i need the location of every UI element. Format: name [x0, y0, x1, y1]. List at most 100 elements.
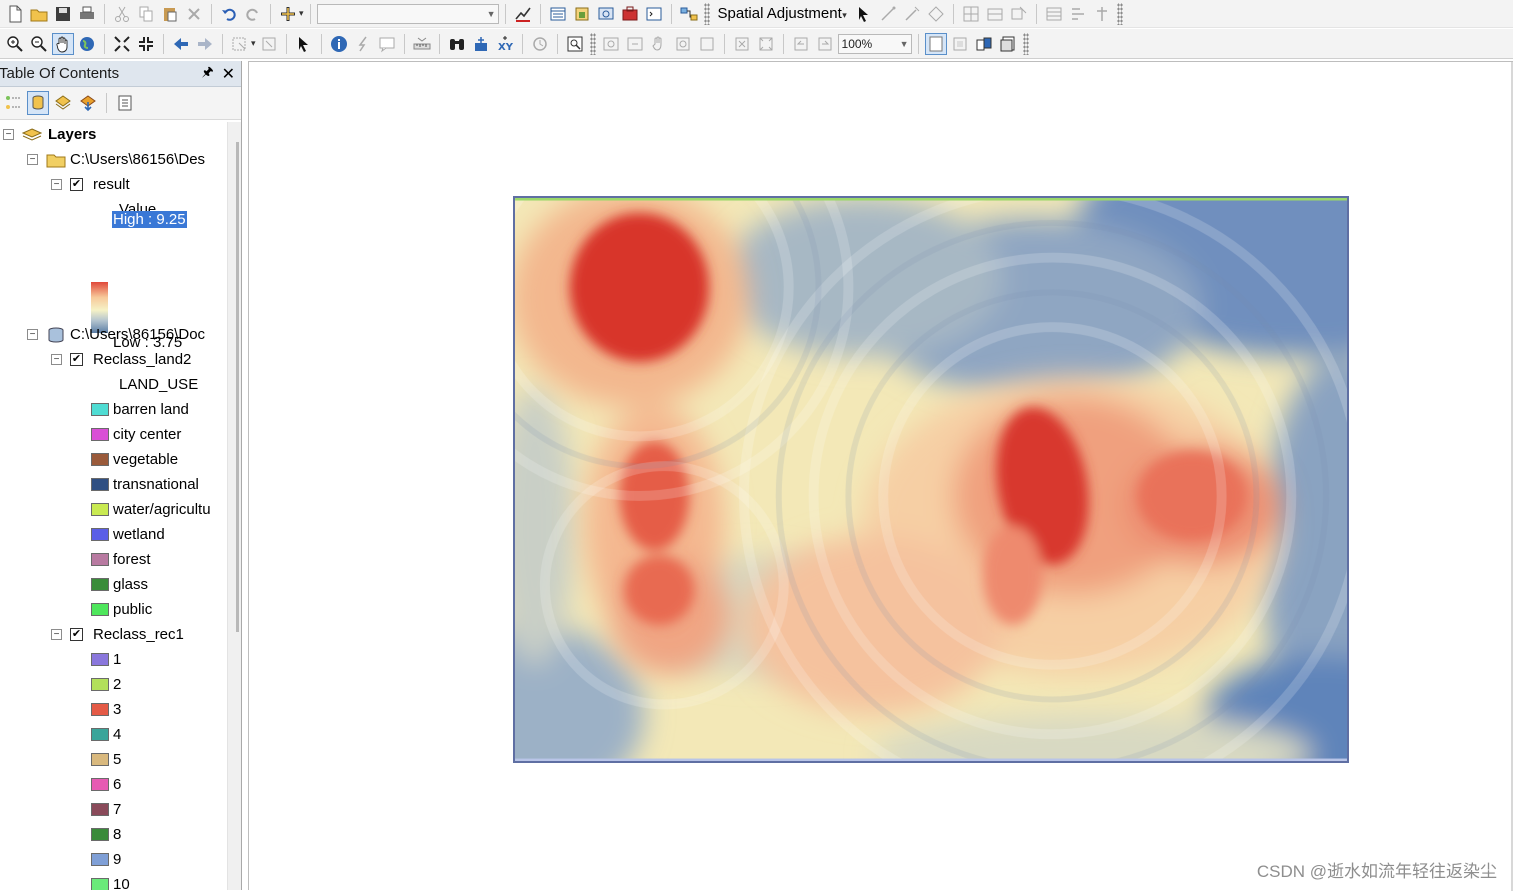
redo-icon[interactable] — [242, 3, 264, 25]
time-slider-icon[interactable] — [529, 33, 551, 55]
zoom-in-icon[interactable] — [4, 33, 26, 55]
legend-class-item[interactable]: vegetable — [91, 447, 178, 472]
collapse-icon[interactable]: − — [51, 354, 62, 365]
select-features-dropdown-arrow[interactable]: ▾ — [251, 38, 256, 49]
legend-color-swatch[interactable] — [91, 553, 109, 566]
legend-color-swatch[interactable] — [91, 728, 109, 741]
create-viewer-window-icon[interactable] — [564, 33, 586, 55]
legend-color-swatch[interactable] — [91, 403, 109, 416]
view-link-table-icon[interactable] — [1043, 3, 1065, 25]
go-forward-extent-icon[interactable] — [814, 33, 836, 55]
legend-color-swatch[interactable] — [91, 878, 109, 890]
layer-visibility-checkbox[interactable]: ✔ — [70, 628, 83, 641]
collapse-icon[interactable]: − — [51, 629, 62, 640]
legend-class-item[interactable]: 3 — [91, 697, 121, 722]
edge-match-icon[interactable] — [1067, 3, 1089, 25]
measure-icon[interactable] — [411, 33, 433, 55]
legend-class-item[interactable]: city center — [91, 422, 181, 447]
fixed-zoom-out-icon[interactable] — [135, 33, 157, 55]
close-icon[interactable]: ✕ — [222, 64, 235, 84]
legend-color-swatch[interactable] — [91, 678, 109, 691]
clear-limited-area-icon[interactable] — [1008, 3, 1030, 25]
zoom-whole-page-icon[interactable] — [672, 33, 694, 55]
legend-class-item[interactable]: 10 — [91, 872, 130, 890]
identify-info-icon[interactable] — [328, 33, 350, 55]
multi-displacement-icon[interactable] — [925, 3, 947, 25]
legend-color-swatch[interactable] — [91, 703, 109, 716]
legend-color-swatch[interactable] — [91, 503, 109, 516]
legend-class-item[interactable]: barren land — [91, 397, 189, 422]
modify-link-icon[interactable] — [901, 3, 923, 25]
save-icon[interactable] — [52, 3, 74, 25]
undo-icon[interactable] — [218, 3, 240, 25]
legend-color-swatch[interactable] — [91, 653, 109, 666]
full-extent-globe-icon[interactable] — [76, 33, 98, 55]
legend-class-item[interactable]: forest — [91, 547, 151, 572]
legend-color-swatch[interactable] — [91, 528, 109, 541]
layout-zoom-in-icon[interactable] — [600, 33, 622, 55]
modelbuilder-icon[interactable] — [678, 3, 700, 25]
legend-color-swatch[interactable] — [91, 828, 109, 841]
find-binoculars-icon[interactable] — [446, 33, 468, 55]
legend-class-item[interactable]: public — [91, 597, 152, 622]
paste-icon[interactable] — [159, 3, 181, 25]
zoom-out-icon[interactable] — [28, 33, 50, 55]
go-back-extent-icon[interactable] — [790, 33, 812, 55]
layer-visibility-checkbox[interactable]: ✔ — [70, 353, 83, 366]
legend-class-item[interactable]: 7 — [91, 797, 121, 822]
fixed-zoom-in-icon[interactable] — [111, 33, 133, 55]
fixed-zoom-in-layout-icon[interactable] — [731, 33, 753, 55]
layer-visibility-checkbox[interactable]: ✔ — [70, 178, 83, 191]
attribute-transfer-icon[interactable] — [1091, 3, 1113, 25]
toolbar-grip[interactable] — [703, 2, 710, 25]
legend-color-swatch[interactable] — [91, 453, 109, 466]
result-raster[interactable] — [513, 196, 1349, 763]
new-displacement-link-icon[interactable] — [877, 3, 899, 25]
new-identity-link-icon[interactable] — [960, 3, 982, 25]
toc-scrollbar[interactable] — [227, 122, 241, 890]
legend-color-swatch[interactable] — [91, 753, 109, 766]
toc-root-layers[interactable]: − Layers — [3, 122, 96, 147]
arctoolbox-icon[interactable] — [619, 3, 641, 25]
hyperlink-icon[interactable] — [352, 33, 374, 55]
legend-class-item[interactable]: 4 — [91, 722, 121, 747]
go-back-arrow-icon[interactable] — [170, 33, 192, 55]
data-driven-pages-icon[interactable] — [997, 33, 1019, 55]
python-window-icon[interactable] — [643, 3, 665, 25]
select-elements-arrow-icon[interactable] — [293, 33, 315, 55]
print-icon[interactable] — [76, 3, 98, 25]
toc-group-geodatabase[interactable]: − C:\Users\86156\Doc — [27, 322, 205, 347]
list-by-drawing-order-icon[interactable] — [2, 91, 24, 115]
legend-class-item[interactable]: water/agricultu — [91, 497, 211, 522]
layout-pan-icon[interactable] — [648, 33, 670, 55]
spatial-adjustment-menu[interactable]: Spatial Adjustment ▾ — [714, 5, 851, 22]
legend-color-swatch[interactable] — [91, 478, 109, 491]
legend-class-item[interactable]: 2 — [91, 672, 121, 697]
scrollbar-thumb[interactable] — [236, 142, 239, 632]
collapse-icon[interactable]: − — [51, 179, 62, 190]
go-forward-arrow-icon[interactable] — [194, 33, 216, 55]
copy-icon[interactable] — [135, 3, 157, 25]
toolbar-grip[interactable] — [1116, 2, 1123, 25]
list-by-visibility-icon[interactable] — [52, 91, 74, 115]
add-data-dropdown-arrow[interactable]: ▾ — [299, 8, 304, 19]
layout-zoom-out-icon[interactable] — [624, 33, 646, 55]
legend-color-swatch[interactable] — [91, 778, 109, 791]
clear-selection-icon[interactable] — [258, 33, 280, 55]
toc-layer-reclass-rec1[interactable]: − ✔ Reclass_rec1 — [51, 622, 184, 647]
catalog-window-icon[interactable] — [571, 3, 593, 25]
collapse-icon[interactable]: − — [3, 129, 14, 140]
open-folder-icon[interactable] — [28, 3, 50, 25]
legend-color-swatch[interactable] — [91, 428, 109, 441]
map-display[interactable] — [248, 61, 1513, 891]
new-document-icon[interactable] — [4, 3, 26, 25]
toc-layer-reclass-land2[interactable]: − ✔ Reclass_land2 — [51, 347, 191, 372]
change-layout-icon[interactable] — [973, 33, 995, 55]
legend-color-swatch[interactable] — [91, 853, 109, 866]
legend-class-item[interactable]: wetland — [91, 522, 165, 547]
toc-options-icon[interactable] — [114, 91, 136, 115]
list-by-source-icon[interactable] — [27, 91, 49, 115]
search-window-icon[interactable] — [595, 3, 617, 25]
toggle-draft-mode-icon[interactable] — [924, 32, 947, 55]
table-of-contents-window-icon[interactable] — [547, 3, 569, 25]
